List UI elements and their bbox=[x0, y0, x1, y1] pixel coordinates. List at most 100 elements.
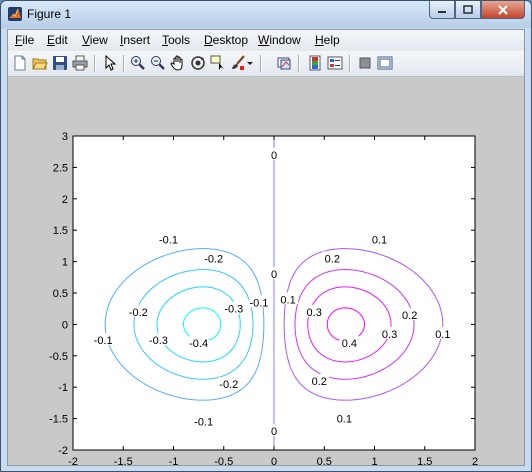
contour-label: 0.1 bbox=[337, 414, 352, 426]
contour-label: 0.2 bbox=[402, 310, 417, 322]
contour-label: 0.2 bbox=[325, 253, 340, 265]
x-tick-label: -1 bbox=[169, 456, 179, 465]
y-tick-label: 1 bbox=[62, 257, 68, 269]
contour-label: 0.3 bbox=[382, 329, 397, 341]
x-tick-label: -0.5 bbox=[214, 456, 233, 465]
open-file-icon bbox=[32, 58, 48, 70]
y-tick-label: -1.5 bbox=[49, 414, 68, 426]
link-plot-icon bbox=[277, 57, 291, 70]
pan-button[interactable] bbox=[169, 54, 187, 72]
open-file-button[interactable] bbox=[31, 54, 49, 72]
menu-bar: File Edit View Insert Tools Desktop Wind… bbox=[8, 30, 524, 52]
x-tick-label: 2 bbox=[472, 456, 478, 465]
y-tick-label: -0.5 bbox=[49, 351, 68, 363]
rotate-3d-icon bbox=[191, 56, 205, 70]
contour-label: 0 bbox=[271, 269, 277, 281]
menu-insert[interactable]: Insert bbox=[120, 33, 150, 47]
brush-dropdown-icon bbox=[247, 62, 253, 65]
contour-plot[interactable]: -0.1 -0.2 -0.3 -0.1 -0.2 -0.1 -0.3 -0.4 -0.2 -0.1… bbox=[8, 77, 524, 468]
zoom-in-icon bbox=[131, 56, 145, 70]
y-tick-label: 2 bbox=[62, 194, 68, 206]
y-tick-label: -2 bbox=[58, 445, 68, 457]
x-tick-label: 1 bbox=[371, 456, 377, 465]
menu-window[interactable]: Window bbox=[258, 33, 301, 47]
window-title: Figure 1 bbox=[27, 7, 72, 21]
pan-hand-icon bbox=[170, 55, 183, 71]
legend-button[interactable] bbox=[326, 54, 344, 72]
menu-desktop[interactable]: Desktop bbox=[204, 33, 248, 47]
minimize-button[interactable] bbox=[429, 1, 455, 19]
edit-plot-arrow-icon bbox=[105, 55, 117, 71]
colorbar-icon bbox=[309, 55, 321, 71]
brush-dropdown-button[interactable] bbox=[245, 54, 255, 72]
window-controls bbox=[429, 1, 525, 20]
menu-tools[interactable]: Tools bbox=[162, 33, 190, 47]
show-plot-tools-icon bbox=[377, 56, 393, 70]
x-tick-label: 0.5 bbox=[317, 456, 332, 465]
maximize-icon bbox=[463, 5, 473, 14]
y-tick-label: 0.5 bbox=[53, 288, 68, 300]
zoom-in-button[interactable] bbox=[129, 54, 147, 72]
contour-label: 0 bbox=[271, 150, 277, 162]
new-figure-icon bbox=[14, 55, 26, 71]
toolbar-separator bbox=[260, 55, 262, 72]
save-button[interactable] bbox=[51, 54, 69, 72]
contour-label: 0.1 bbox=[372, 235, 387, 247]
contour-label: -0.1 bbox=[159, 235, 178, 247]
edit-plot-button[interactable] bbox=[101, 54, 119, 72]
hide-plot-tools-icon bbox=[359, 57, 371, 69]
contour-label: -0.1 bbox=[194, 417, 213, 429]
figure-canvas: -0.1 -0.2 -0.3 -0.1 -0.2 -0.1 -0.3 -0.4 -0.2 -0.1… bbox=[8, 77, 524, 468]
maximize-button[interactable] bbox=[455, 1, 481, 19]
y-tick-label: 0 bbox=[62, 319, 68, 331]
menu-view[interactable]: View bbox=[82, 33, 108, 47]
contour-label: -0.2 bbox=[204, 253, 223, 265]
link-plot-button[interactable] bbox=[276, 54, 294, 72]
figure-window: Figure 1 File Edit View Insert Tools Des… bbox=[0, 0, 532, 472]
x-tick-label: 1.5 bbox=[417, 456, 432, 465]
contour-label: -0.2 bbox=[129, 307, 148, 319]
y-tick-label: -1 bbox=[58, 382, 68, 394]
rotate-3d-button[interactable] bbox=[189, 54, 207, 72]
x-tick-label: -1.5 bbox=[114, 456, 133, 465]
x-tick-label: -2 bbox=[68, 456, 78, 465]
contour-label: 0.3 bbox=[307, 307, 322, 319]
figure-client-area: File Edit View Insert Tools Desktop Wind… bbox=[7, 29, 525, 468]
contour-label: -0.2 bbox=[219, 379, 238, 391]
toolbar-separator bbox=[298, 55, 300, 72]
toolbar-separator bbox=[123, 55, 125, 72]
contour-label: 0.1 bbox=[280, 294, 295, 306]
x-tick-label: 0 bbox=[271, 456, 277, 465]
close-button[interactable] bbox=[481, 1, 525, 19]
y-tick-label: 2.5 bbox=[53, 162, 68, 174]
contour-label: -0.3 bbox=[224, 304, 243, 316]
legend-icon bbox=[327, 56, 343, 70]
zoom-out-button[interactable] bbox=[149, 54, 167, 72]
contour-label: -0.4 bbox=[189, 338, 208, 350]
y-tick-label: 3 bbox=[62, 131, 68, 143]
new-figure-button[interactable] bbox=[11, 54, 29, 72]
contour-label: 0.1 bbox=[435, 329, 450, 341]
save-icon bbox=[53, 56, 67, 70]
show-plot-tools-button[interactable] bbox=[376, 54, 394, 72]
menu-edit[interactable]: Edit bbox=[47, 33, 68, 47]
hide-plot-tools-button[interactable] bbox=[356, 54, 374, 72]
contour-label: -0.3 bbox=[149, 335, 168, 347]
matlab-logo-icon bbox=[8, 7, 22, 21]
menu-help[interactable]: Help bbox=[315, 33, 340, 47]
menu-file[interactable]: File bbox=[15, 33, 34, 47]
contour-label: 0 bbox=[271, 426, 277, 438]
print-button[interactable] bbox=[71, 54, 89, 72]
contour-label: -0.1 bbox=[249, 297, 268, 309]
close-icon bbox=[498, 4, 508, 15]
contour-label: 0.4 bbox=[342, 338, 357, 350]
data-cursor-button[interactable] bbox=[209, 54, 227, 72]
contour-label: 0.2 bbox=[312, 376, 327, 388]
zoom-out-icon bbox=[151, 56, 165, 70]
brush-icon bbox=[232, 55, 245, 70]
toolbar-separator bbox=[349, 55, 351, 72]
title-bar[interactable]: Figure 1 bbox=[1, 1, 531, 28]
minimize-icon bbox=[438, 10, 446, 13]
colorbar-button[interactable] bbox=[306, 54, 324, 72]
figure-toolbar bbox=[8, 51, 524, 77]
